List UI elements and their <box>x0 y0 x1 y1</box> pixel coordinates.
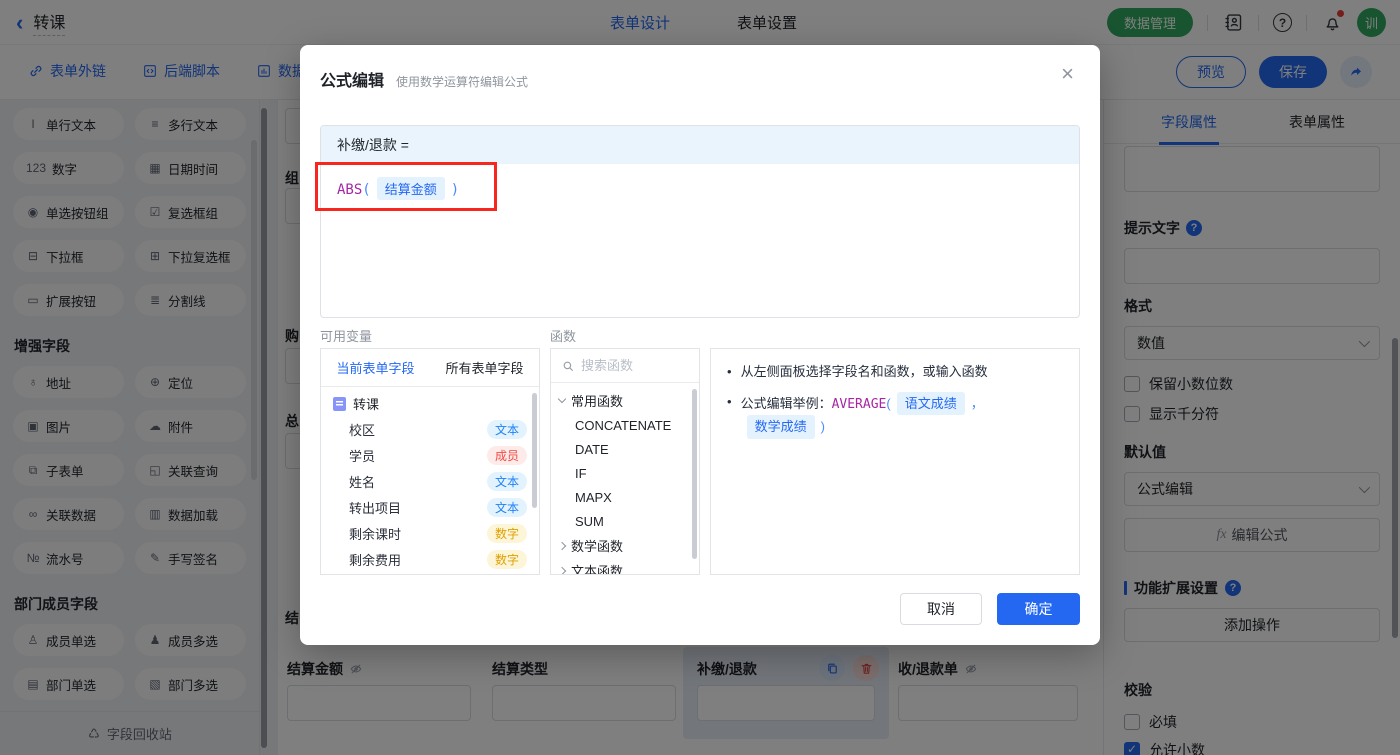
function-item[interactable]: SUM <box>551 509 699 533</box>
form-doc-icon <box>333 396 346 411</box>
variable-row[interactable]: 剩余课时 数字 <box>321 520 539 546</box>
cancel-button[interactable]: 取消 <box>900 593 982 625</box>
variable-type-badge: 文本 <box>486 419 527 439</box>
tip-example-prefix: 公式编辑举例： <box>740 395 832 411</box>
tip-line-2: 公式编辑举例：AVERAGE( 语文成绩 ， 数学成绩) <box>727 391 1063 439</box>
confirm-button[interactable]: 确定 <box>997 593 1080 625</box>
example-field-chip: 语文成绩 <box>896 391 965 415</box>
variable-row[interactable]: 学员 成员 <box>321 442 539 468</box>
function-group-label: 常用函数 <box>571 394 624 409</box>
function-item[interactable]: CONCATENATE <box>551 413 699 437</box>
function-items: CONCATENATE DATE IF MAPX SUM <box>551 413 699 533</box>
variable-type-badge: 数字 <box>486 549 527 569</box>
chevron-down-icon <box>557 394 567 404</box>
function-groups-collapsed: 数学函数 文本函数 <box>551 533 699 575</box>
variable-name: 姓名 <box>349 474 376 490</box>
variable-name: 转出项目 <box>349 500 402 516</box>
function-search-input[interactable] <box>581 358 681 373</box>
function-group-collapsed[interactable]: 文本函数 <box>551 558 699 575</box>
tab-current-form-fields[interactable]: 当前表单字段 <box>321 349 430 386</box>
function-group-collapsed[interactable]: 数学函数 <box>551 533 699 558</box>
formula-edit-modal: 公式编辑 使用数学运算符编辑公式 × 补缴/退款 = ABS(结算金额) 可用变… <box>300 45 1100 645</box>
modal-title: 公式编辑 <box>320 73 385 90</box>
app-root: ‹ 转课 表单设计 表单设置 数据管理 ? <box>0 0 1400 755</box>
variable-type-badge: 文本 <box>486 471 527 491</box>
variables-form-node[interactable]: 转课 <box>321 387 539 416</box>
variable-name: 剩余费用 <box>349 552 402 568</box>
form-node-label: 转课 <box>353 397 380 412</box>
variable-name: 剩余课时 <box>349 526 402 542</box>
search-icon <box>563 361 573 371</box>
formula-function: ABS <box>337 182 363 198</box>
modal-footer: 取消 确定 <box>900 593 1080 625</box>
example-open-paren: ( <box>886 395 891 411</box>
tip-line-1: 从左侧面板选择字段名和函数，或输入函数 <box>727 362 1063 382</box>
function-group-label: 数学函数 <box>571 539 624 554</box>
functions-label: 函数 <box>550 329 577 344</box>
functions-scrollbar[interactable] <box>692 389 697 559</box>
function-group-label: 文本函数 <box>571 564 624 575</box>
functions-panel: 常用函数 CONCATENATE DATE IF MAPX SUM <box>550 348 700 575</box>
variables-label: 可用变量 <box>320 329 373 344</box>
example-function: AVERAGE <box>831 396 887 412</box>
variables-scrollbar[interactable] <box>532 393 537 508</box>
close-icon[interactable]: × <box>1061 63 1074 85</box>
variable-type-badge: 文本 <box>486 497 527 517</box>
tab-all-form-fields[interactable]: 所有表单字段 <box>430 349 539 386</box>
variables-tabs: 当前表单字段 所有表单字段 <box>321 349 539 387</box>
variable-row[interactable]: 转出项目 文本 <box>321 494 539 520</box>
function-item[interactable]: IF <box>551 461 699 485</box>
variables-list: 校区 文本 学员 成员 姓名 文本 转出项目 文本 剩余课时 数字 剩余费用 数… <box>321 416 539 572</box>
tip-example: 公式编辑举例：AVERAGE( 语文成绩 ， 数学成绩) <box>740 391 1063 439</box>
function-group-common[interactable]: 常用函数 <box>551 388 699 413</box>
tips-body: 从左侧面板选择字段名和函数，或输入函数 公式编辑举例：AVERAGE( 语文成绩 ，… <box>711 349 1079 462</box>
formula-close-paren: ) <box>450 182 460 198</box>
chevron-right-icon <box>557 541 567 550</box>
function-item[interactable]: MAPX <box>551 485 699 509</box>
tips-panel: 从左侧面板选择字段名和函数，或输入函数 公式编辑举例：AVERAGE( 语文成绩 ，… <box>710 348 1080 575</box>
function-item[interactable]: DATE <box>551 437 699 461</box>
chevron-right-icon <box>557 566 567 574</box>
formula-input-area[interactable]: ABS( 结算金额) <box>321 164 1079 213</box>
formula-target: 补缴/退款 = <box>321 126 1079 164</box>
variable-name: 校区 <box>349 422 376 438</box>
variable-name: 学员 <box>349 448 376 464</box>
variable-type-badge: 数字 <box>486 523 527 543</box>
modal-subtitle: 使用数学运算符编辑公式 <box>396 75 529 89</box>
example-field-chip: 数学成绩 <box>746 415 815 439</box>
variable-row[interactable]: 剩余费用 数字 <box>321 546 539 572</box>
modal-header: 公式编辑 使用数学运算符编辑公式 × <box>300 45 1100 91</box>
example-comma: ， <box>970 395 984 411</box>
example-close-paren: ) <box>820 419 825 434</box>
tip-text: 从左侧面板选择字段名和函数，或输入函数 <box>740 364 988 379</box>
function-search <box>551 349 699 383</box>
variable-type-badge: 成员 <box>486 445 527 465</box>
variables-panel: 当前表单字段 所有表单字段 转课 校区 文本 学员 成员 姓名 文本 转出项目 … <box>320 348 540 575</box>
variable-row[interactable]: 姓名 文本 <box>321 468 539 494</box>
formula-field-chip[interactable]: 结算金额 <box>376 177 445 200</box>
formula-open-paren: ( <box>362 182 371 198</box>
variable-row[interactable]: 校区 文本 <box>321 416 539 442</box>
formula-editor: 补缴/退款 = ABS( 结算金额) <box>320 125 1080 318</box>
